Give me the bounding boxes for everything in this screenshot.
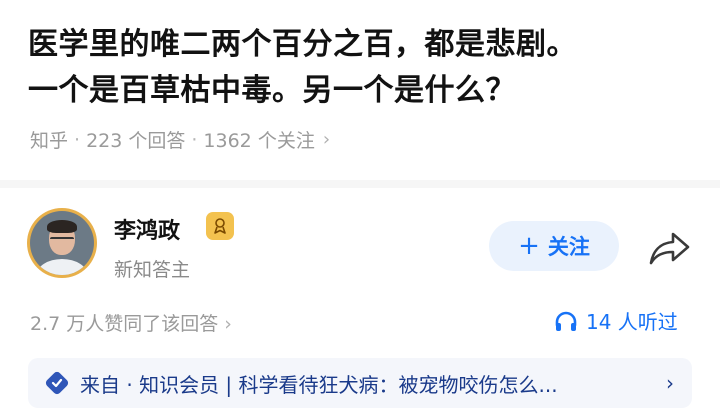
question-meta[interactable]: 知乎 · 223 个回答 · 1362 个关注 › — [30, 126, 330, 153]
section-divider — [0, 180, 720, 188]
author-name[interactable]: 李鸿政 — [114, 213, 180, 245]
question-title-line-2: 一个是百草枯中毒。另一个是什么？ — [28, 73, 516, 108]
question-title: 医学里的唯二两个百分之百，都是悲剧。 一个是百草枯中毒。另一个是什么？ — [28, 22, 708, 114]
plus-icon: + — [518, 231, 540, 261]
question-title-line-1: 医学里的唯二两个百分之百，都是悲剧。 — [28, 27, 577, 62]
chevron-right-icon: › — [666, 371, 674, 395]
author-title: 新知答主 — [114, 259, 191, 281]
chevron-right-icon: › — [224, 313, 232, 335]
badge-glyph-icon — [214, 218, 226, 234]
listened-count[interactable]: 14 人听过 — [554, 306, 678, 335]
follower-count: 1362 个关注 — [203, 130, 315, 152]
avatar-photo — [30, 211, 94, 275]
chevron-right-icon: › — [322, 129, 331, 150]
zhihu-new-knowledge-badge-icon — [206, 212, 234, 240]
avatar[interactable] — [27, 208, 97, 278]
follow-button[interactable]: + 关注 — [489, 221, 619, 271]
separator-dot: · — [191, 128, 198, 151]
source-text: 来自 · 知识会员 | 科学看待狂犬病：被宠物咬伤怎么... — [80, 372, 558, 397]
listened-text: 14 人听过 — [586, 310, 678, 334]
likes-text: 2.7 万人赞同了该回答 — [30, 313, 219, 335]
answer-count: 223 个回答 — [86, 130, 186, 152]
likes-summary[interactable]: 2.7 万人赞同了该回答 › — [30, 309, 232, 336]
follow-label: 关注 — [547, 235, 590, 259]
platform-label: 知乎 — [30, 130, 69, 152]
separator-dot: · — [74, 128, 81, 151]
source-link[interactable]: 来自 · 知识会员 | 科学看待狂犬病：被宠物咬伤怎么... › — [28, 358, 692, 408]
zhihu-member-icon — [45, 371, 69, 395]
share-arrow-icon[interactable] — [646, 228, 692, 268]
headphones-icon — [555, 311, 577, 331]
